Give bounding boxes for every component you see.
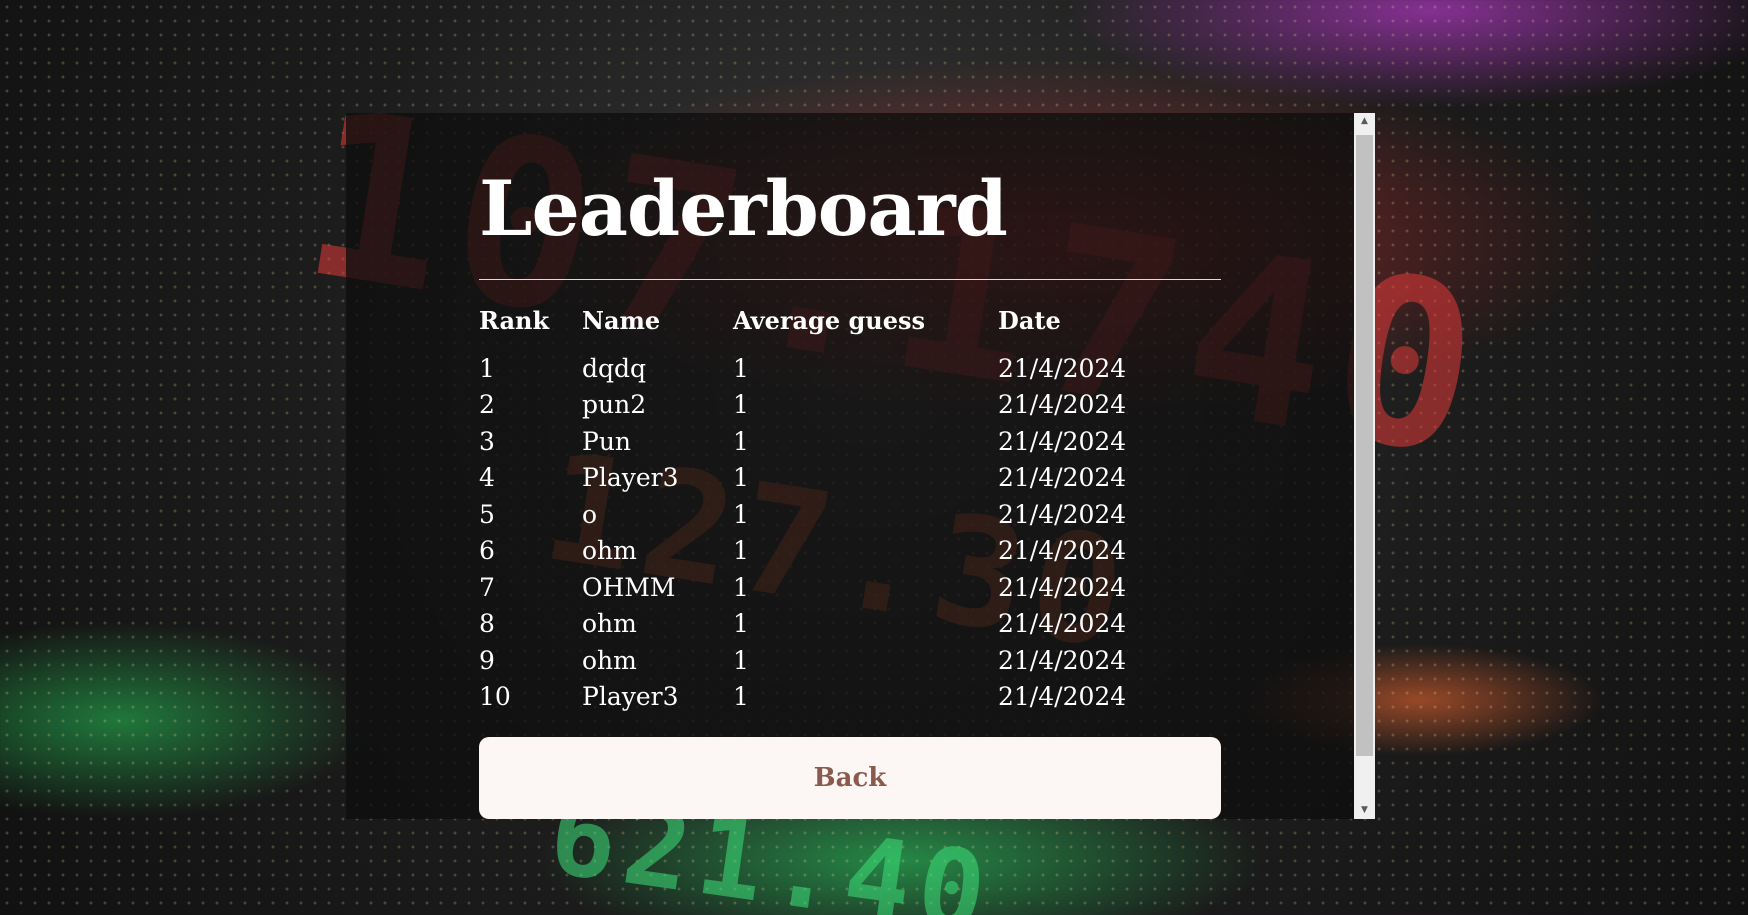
table-row: 3 Pun 1 21/4/2024 <box>479 423 1221 460</box>
table-row: 2 pun2 1 21/4/2024 <box>479 387 1221 424</box>
cell-name: ohm <box>582 609 637 639</box>
table-row: 7 OHMM 1 21/4/2024 <box>479 569 1221 606</box>
cell-name: Player3 <box>582 682 679 712</box>
cell-date: 21/4/2024 <box>998 463 1127 493</box>
cell-date: 21/4/2024 <box>998 645 1127 675</box>
column-header-rank: Rank <box>479 306 550 335</box>
cell-date: 21/4/2024 <box>998 572 1127 602</box>
table-row: 6 ohm 1 21/4/2024 <box>479 533 1221 570</box>
leaderboard-table: Rank Name Average guess Date 1 dqdq 1 21… <box>479 306 1221 715</box>
cell-date: 21/4/2024 <box>998 353 1127 383</box>
cell-rank: 10 <box>479 682 511 712</box>
cell-name: pun2 <box>582 390 647 420</box>
cell-average-guess: 1 <box>733 645 749 675</box>
table-row: 4 Player3 1 21/4/2024 <box>479 460 1221 497</box>
cell-average-guess: 1 <box>733 572 749 602</box>
cell-rank: 7 <box>479 572 495 602</box>
cell-name: o <box>582 499 598 529</box>
cell-name: dqdq <box>582 353 647 383</box>
table-header-row: Rank Name Average guess Date <box>479 306 1221 350</box>
cell-average-guess: 1 <box>733 536 749 566</box>
title-divider <box>479 279 1221 280</box>
page-title: Leaderboard <box>479 164 1008 253</box>
cell-rank: 8 <box>479 609 495 639</box>
cell-average-guess: 1 <box>733 390 749 420</box>
cell-average-guess: 1 <box>733 426 749 456</box>
cell-name: OHMM <box>582 572 676 602</box>
cell-average-guess: 1 <box>733 609 749 639</box>
table-row: 9 ohm 1 21/4/2024 <box>479 642 1221 679</box>
cell-name: ohm <box>582 536 637 566</box>
cell-rank: 3 <box>479 426 495 456</box>
cell-average-guess: 1 <box>733 463 749 493</box>
table-row: 8 ohm 1 21/4/2024 <box>479 606 1221 643</box>
cell-rank: 6 <box>479 536 495 566</box>
cell-average-guess: 1 <box>733 499 749 529</box>
vertical-scrollbar[interactable]: ▲ ▼ <box>1354 113 1375 819</box>
cell-date: 21/4/2024 <box>998 609 1127 639</box>
cell-rank: 4 <box>479 463 495 493</box>
cell-date: 21/4/2024 <box>998 682 1127 712</box>
cell-name: ohm <box>582 645 637 675</box>
cell-average-guess: 1 <box>733 682 749 712</box>
table-row: 1 dqdq 1 21/4/2024 <box>479 350 1221 387</box>
table-row: 5 o 1 21/4/2024 <box>479 496 1221 533</box>
cell-date: 21/4/2024 <box>998 499 1127 529</box>
cell-name: Pun <box>582 426 632 456</box>
back-button[interactable]: Back <box>479 737 1221 819</box>
scroll-up-arrow-icon[interactable]: ▲ <box>1354 113 1375 130</box>
cell-rank: 9 <box>479 645 495 675</box>
scroll-down-arrow-icon[interactable]: ▼ <box>1354 802 1375 819</box>
cell-rank: 2 <box>479 390 495 420</box>
cell-date: 21/4/2024 <box>998 536 1127 566</box>
cell-name: Player3 <box>582 463 679 493</box>
scrollbar-thumb[interactable] <box>1356 135 1373 756</box>
cell-date: 21/4/2024 <box>998 390 1127 420</box>
column-header-name: Name <box>582 306 661 335</box>
column-header-average-guess: Average guess <box>733 306 925 335</box>
cell-average-guess: 1 <box>733 353 749 383</box>
cell-rank: 5 <box>479 499 495 529</box>
leaderboard-panel[interactable]: Leaderboard Rank Name Average guess Date… <box>346 113 1375 819</box>
cell-rank: 1 <box>479 353 495 383</box>
table-row: 10 Player3 1 21/4/2024 <box>479 679 1221 716</box>
column-header-date: Date <box>998 306 1061 335</box>
cell-date: 21/4/2024 <box>998 426 1127 456</box>
leaderboard-content: Leaderboard Rank Name Average guess Date… <box>479 113 1221 819</box>
